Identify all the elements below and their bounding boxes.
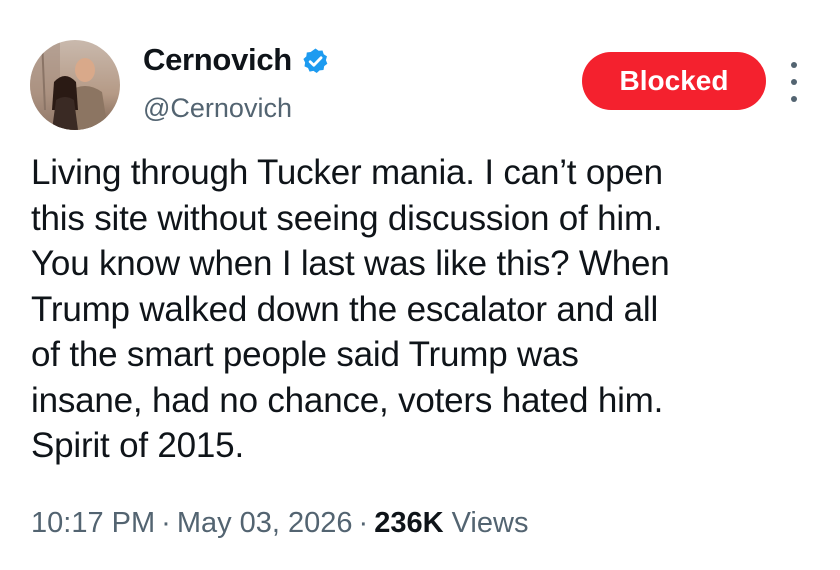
separator-dot: · (161, 507, 171, 539)
profile-photo (30, 40, 120, 130)
more-vertical-icon[interactable] (786, 62, 802, 102)
views-count: 236K (374, 507, 444, 539)
blocked-button[interactable]: Blocked (582, 52, 766, 110)
separator-dot: · (358, 507, 369, 539)
avatar[interactable] (30, 40, 120, 130)
more-dot (791, 96, 797, 102)
display-name[interactable]: Cernovich (143, 40, 330, 80)
display-name-text: Cernovich (143, 42, 292, 77)
views-label: Views (451, 507, 529, 539)
more-dot (791, 79, 797, 85)
handle[interactable]: @Cernovich (143, 90, 292, 126)
verified-badge-icon (301, 46, 330, 75)
tweet-time[interactable]: 10:17 PM (31, 507, 155, 539)
more-dot (791, 62, 797, 68)
tweet-text: Living through Tucker mania. I can’t ope… (31, 153, 670, 465)
tweet-date[interactable]: May 03, 2026 (177, 507, 353, 539)
tweet-metadata: 10:17 PM · May 03, 2026 · 236K Views (31, 503, 528, 543)
